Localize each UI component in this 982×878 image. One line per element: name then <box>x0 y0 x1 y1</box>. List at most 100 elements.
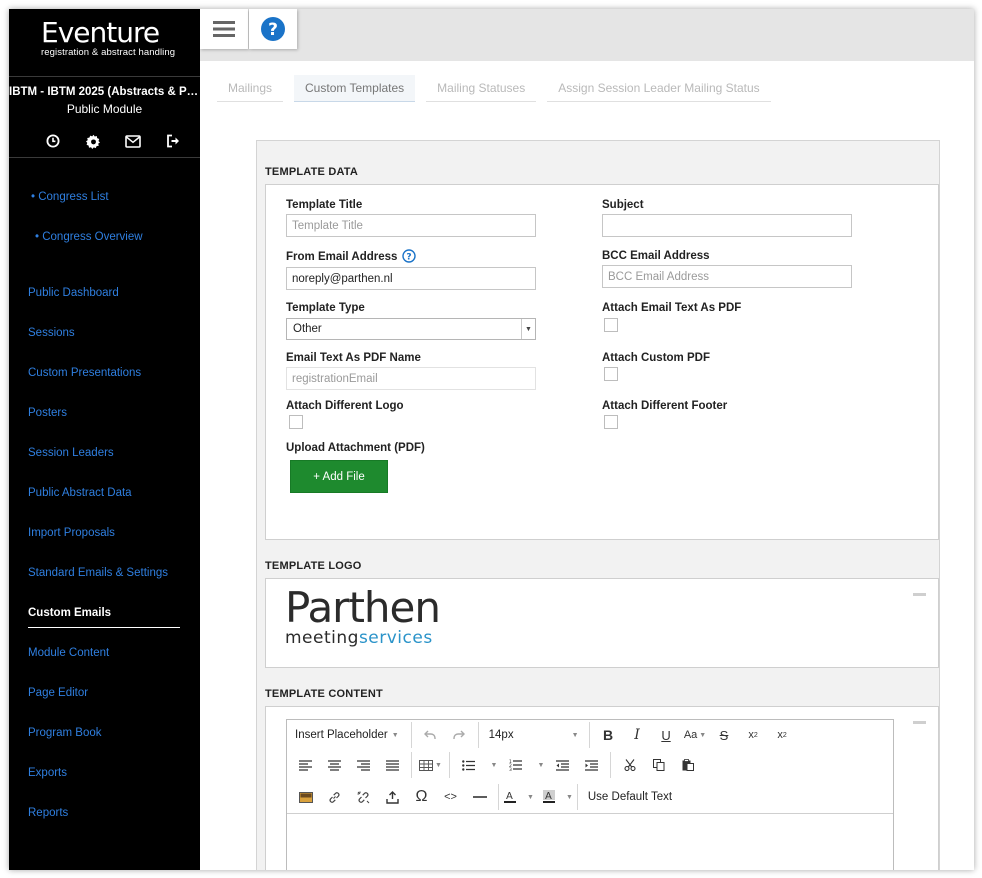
logout-icon[interactable] <box>153 131 193 151</box>
paste-icon[interactable] <box>673 754 702 776</box>
insert-placeholder-dropdown[interactable]: Insert Placeholder ▼ <box>287 724 407 746</box>
underline-icon[interactable]: U <box>652 724 681 746</box>
text-color-icon[interactable]: A ▼ <box>503 786 534 808</box>
envelope-icon[interactable] <box>113 131 153 151</box>
svg-text:?: ? <box>406 253 411 263</box>
superscript-icon[interactable]: x2 <box>768 724 797 746</box>
nav-exports[interactable]: Exports <box>28 767 67 779</box>
template-title-input[interactable] <box>286 214 536 237</box>
redo-icon[interactable] <box>445 724 474 746</box>
nav-congress-overview[interactable]: • Congress Overview <box>35 231 143 243</box>
outdent-icon[interactable] <box>548 754 577 776</box>
cut-icon[interactable] <box>615 754 644 776</box>
align-left-icon[interactable] <box>291 754 320 776</box>
align-justify-icon[interactable] <box>378 754 407 776</box>
template-data-title: TEMPLATE DATA <box>265 166 359 178</box>
add-file-button[interactable]: + Add File <box>290 460 388 493</box>
module-name: Public Module <box>66 102 143 116</box>
code-icon[interactable]: <> <box>436 786 465 808</box>
template-data-box: Template Title Subject From Email Addres… <box>265 184 939 540</box>
template-form: TEMPLATE DATA Template Title Subject Fro… <box>256 140 940 870</box>
nav-posters[interactable]: Posters <box>28 407 67 419</box>
nav-sessions[interactable]: Sessions <box>28 327 75 339</box>
sidebar-icon-bar <box>33 131 193 151</box>
congress-name: IBTM - IBTM 2025 (Abstracts & Par... <box>9 86 200 98</box>
eventure-logo[interactable]: Eventure registration & abstract handlin… <box>41 17 181 59</box>
svg-text:A: A <box>545 791 552 802</box>
gear-icon[interactable] <box>73 131 113 151</box>
bold-icon[interactable]: B <box>594 724 623 746</box>
omega-icon[interactable]: Ω <box>407 786 436 808</box>
font-case-dropdown[interactable]: Aa ▼ <box>681 724 710 746</box>
tab-bar: Mailings Custom Templates Mailing Status… <box>217 75 782 102</box>
template-type-value: Other <box>293 323 322 335</box>
horizontal-rule-icon[interactable] <box>465 786 494 808</box>
subject-input[interactable] <box>602 214 852 237</box>
collapse-logo-icon[interactable] <box>913 593 926 596</box>
logo-word: Parthen <box>285 583 441 632</box>
template-title-label: Template Title <box>286 199 363 211</box>
help-circle-icon[interactable]: ? <box>402 249 416 263</box>
align-center-icon[interactable] <box>320 754 349 776</box>
nav-standard-emails-settings[interactable]: Standard Emails & Settings <box>28 567 168 579</box>
table-icon[interactable]: ▼ <box>416 754 445 776</box>
unlink-icon[interactable] <box>349 786 378 808</box>
use-default-text-button[interactable]: Use Default Text <box>582 786 678 808</box>
main-panel: Mailings Custom Templates Mailing Status… <box>200 61 974 870</box>
logo-tagline: meetingservices <box>285 629 440 647</box>
undo-icon[interactable] <box>416 724 445 746</box>
toolbar-row-3: Ω <> A ▼ A ▼ Use Default Text <box>291 782 678 812</box>
help-button[interactable]: ? <box>249 9 297 49</box>
copy-icon[interactable] <box>644 754 673 776</box>
attach-logo-checkbox[interactable] <box>289 415 303 429</box>
tab-custom-templates[interactable]: Custom Templates <box>294 75 416 102</box>
collapse-content-icon[interactable] <box>913 721 926 724</box>
nav-import-proposals[interactable]: Import Proposals <box>28 527 115 539</box>
align-right-icon[interactable] <box>349 754 378 776</box>
nav-custom-emails[interactable]: Custom Emails <box>28 607 111 619</box>
link-icon[interactable] <box>320 786 349 808</box>
nav-session-leaders[interactable]: Session Leaders <box>28 447 114 459</box>
bcc-input[interactable] <box>602 265 852 288</box>
image-icon[interactable] <box>291 786 320 808</box>
upload-attachment-label: Upload Attachment (PDF) <box>286 442 425 454</box>
font-size-dropdown[interactable]: 14px ▼ <box>483 724 585 746</box>
nav-program-book[interactable]: Program Book <box>28 727 102 739</box>
menu-toggle-button[interactable] <box>200 9 248 49</box>
attach-footer-label: Attach Different Footer <box>602 400 728 412</box>
active-nav-underline <box>28 627 180 628</box>
subscript-icon[interactable]: x2 <box>739 724 768 746</box>
sidebar-divider <box>9 157 200 158</box>
attach-logo-label: Attach Different Logo <box>286 400 404 412</box>
tab-mailings[interactable]: Mailings <box>217 75 284 102</box>
indent-icon[interactable] <box>577 754 606 776</box>
tab-mailing-statuses[interactable]: Mailing Statuses <box>426 75 537 102</box>
template-logo-box: Parthen meetingservices <box>265 578 939 668</box>
strikethrough-icon[interactable]: S <box>710 724 739 746</box>
upload-icon[interactable] <box>378 786 407 808</box>
attach-custom-pdf-label: Attach Custom PDF <box>602 352 710 364</box>
nav-public-abstract-data[interactable]: Public Abstract Data <box>28 487 132 499</box>
nav-page-editor[interactable]: Page Editor <box>28 687 88 699</box>
from-email-input[interactable] <box>286 267 536 290</box>
template-type-select[interactable]: Other ▼ <box>286 318 536 340</box>
clock-icon[interactable] <box>33 131 73 151</box>
background-color-icon[interactable]: A ▼ <box>542 786 573 808</box>
nav-custom-presentations[interactable]: Custom Presentations <box>28 367 141 379</box>
attach-custom-pdf-checkbox[interactable] <box>604 367 618 381</box>
nav-congress-list[interactable]: • Congress List <box>31 191 109 203</box>
question-circle-icon: ? <box>261 17 285 41</box>
chevron-down-icon: ▼ <box>521 319 535 339</box>
bullet-list-dropdown[interactable]: ▼ <box>483 754 501 776</box>
tab-assign-session-leader-status[interactable]: Assign Session Leader Mailing Status <box>547 75 771 102</box>
nav-module-content[interactable]: Module Content <box>28 647 109 659</box>
pdf-name-input[interactable] <box>286 367 536 390</box>
bullet-list-icon[interactable] <box>454 754 483 776</box>
numbered-list-icon[interactable]: 123 <box>501 754 530 776</box>
italic-icon[interactable]: I <box>623 724 652 746</box>
attach-pdf-checkbox[interactable] <box>604 318 618 332</box>
numbered-list-dropdown[interactable]: ▼ <box>530 754 548 776</box>
nav-public-dashboard[interactable]: Public Dashboard <box>28 287 119 299</box>
nav-reports[interactable]: Reports <box>28 807 68 819</box>
attach-footer-checkbox[interactable] <box>604 415 618 429</box>
